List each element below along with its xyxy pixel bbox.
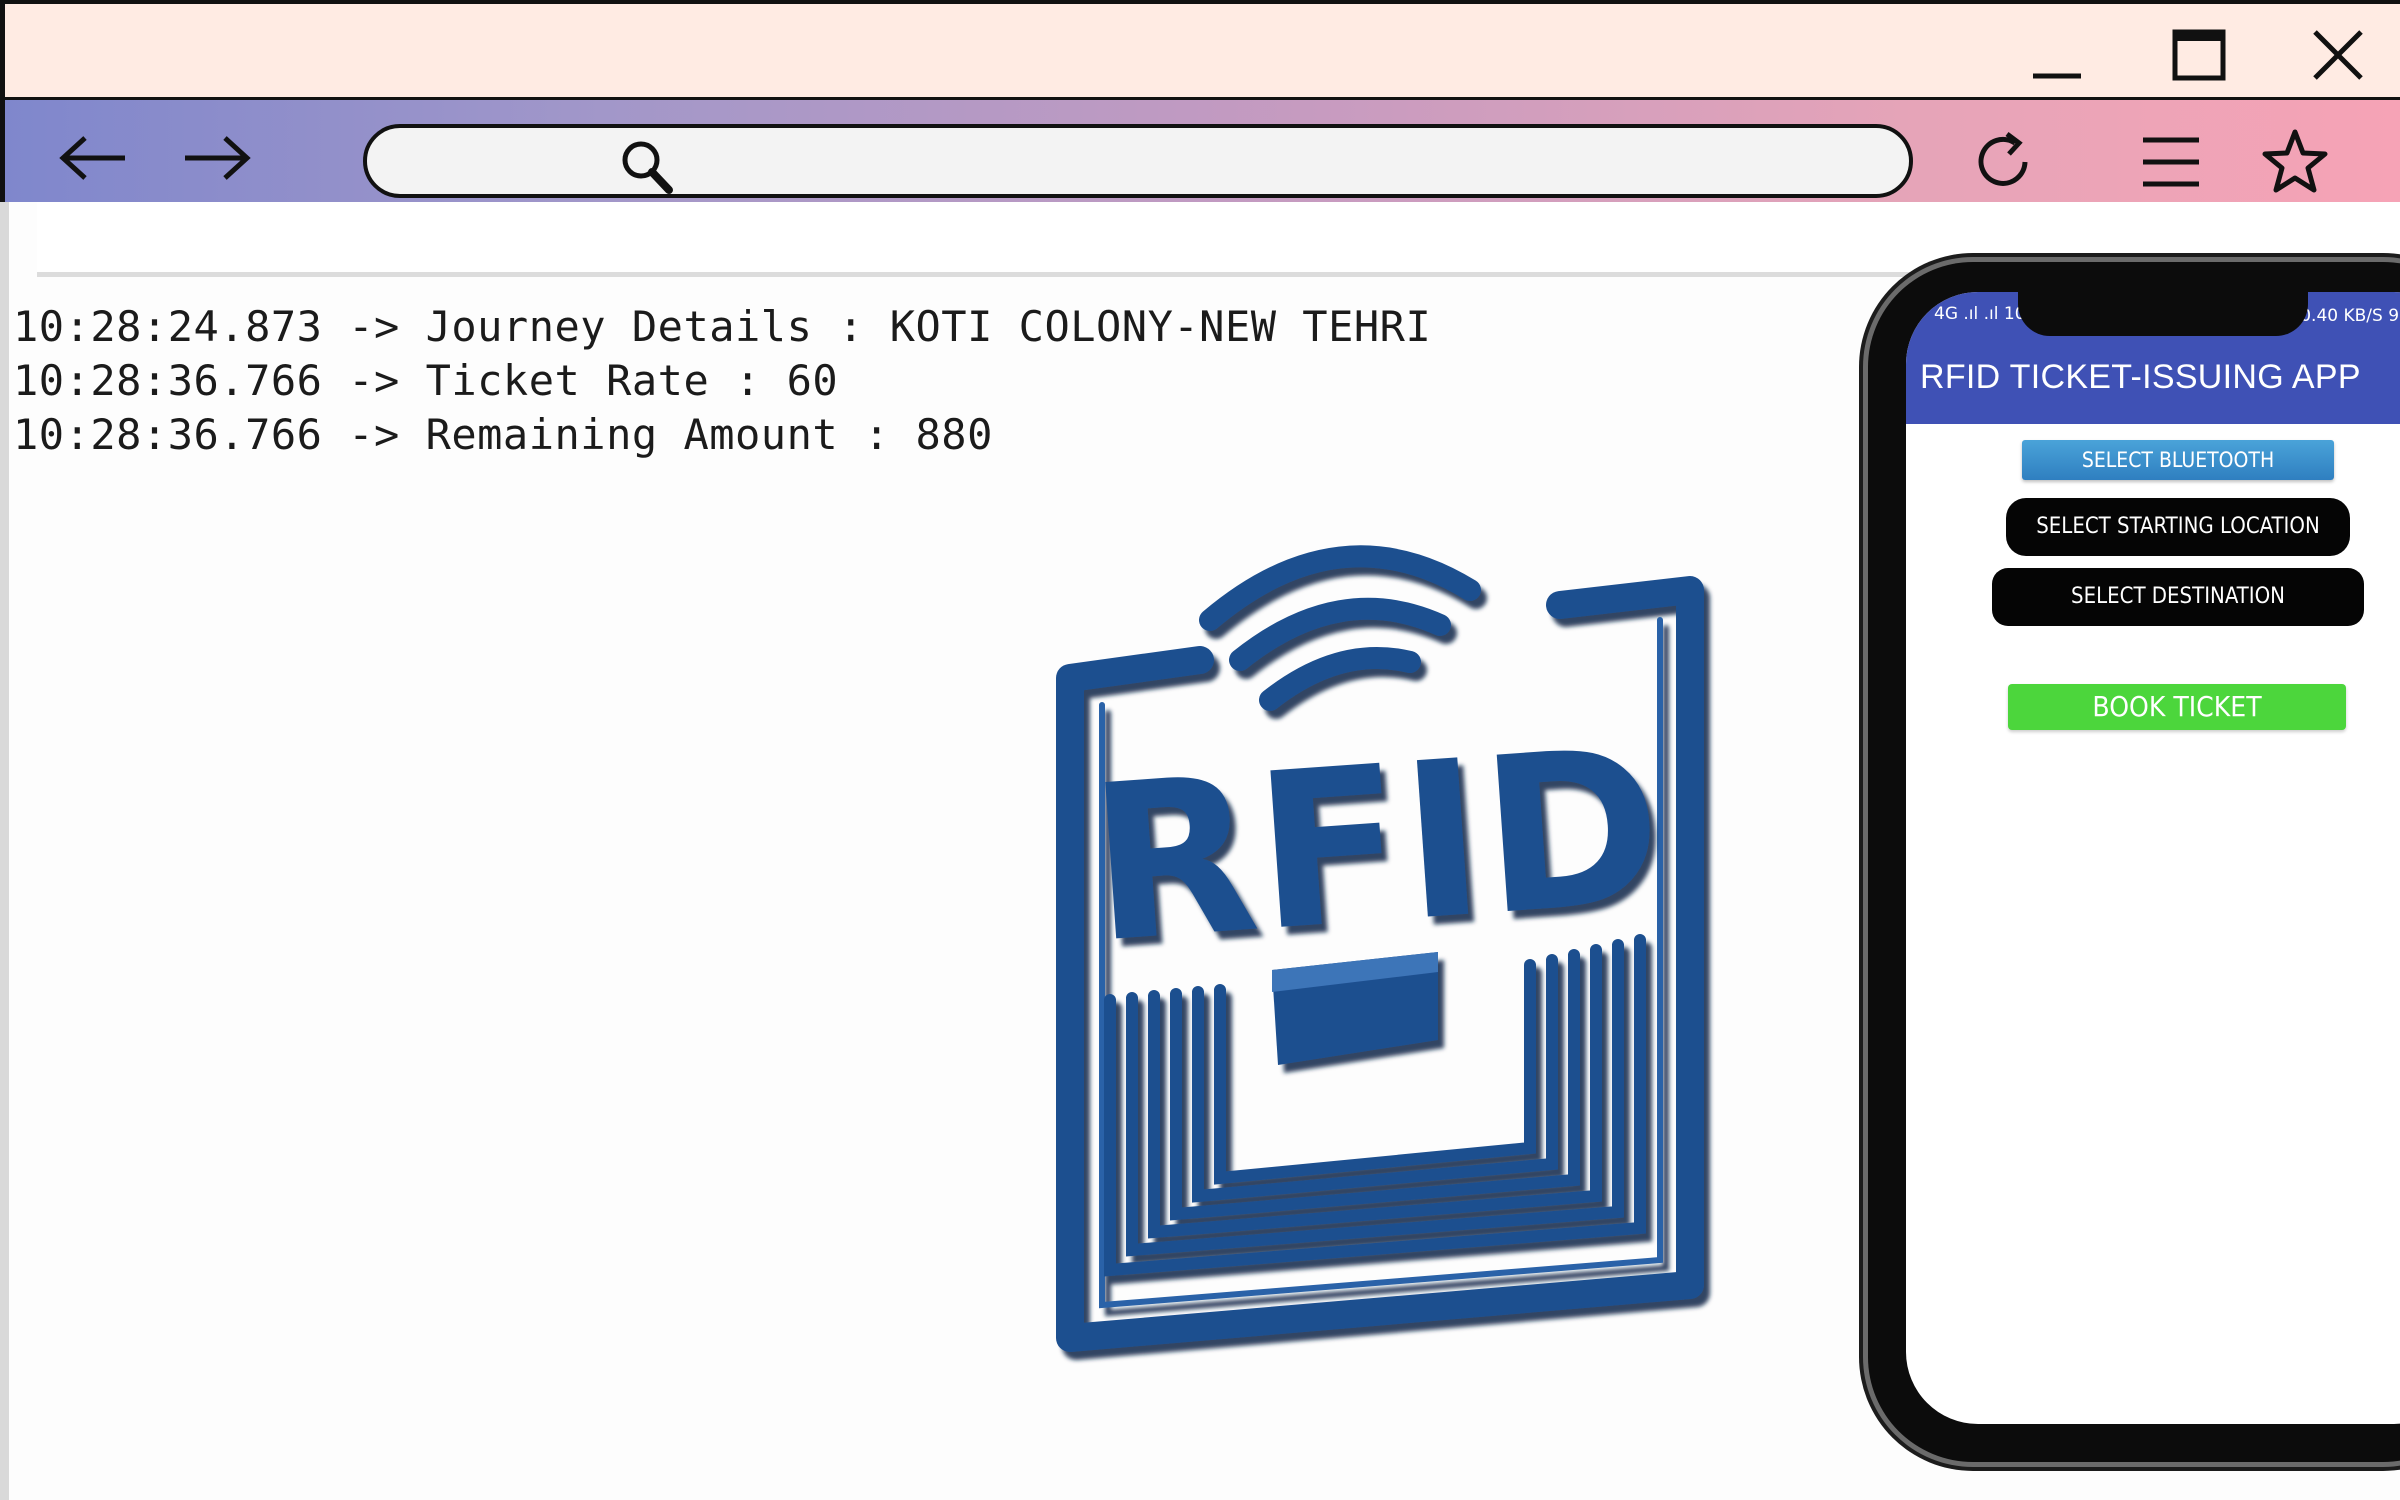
search-icon[interactable] <box>617 136 677 196</box>
rfid-logo: RFID <box>1056 545 1704 1352</box>
status-signal: 4G .ıl .ıl 10: <box>1934 304 2032 324</box>
book-ticket-button[interactable]: BOOK TICKET <box>2008 684 2346 730</box>
app-bar: RFID TICKET-ISSUING APP <box>1906 338 2400 424</box>
arrow-left-icon[interactable] <box>53 130 133 186</box>
select-starting-location-button[interactable]: SELECT STARTING LOCATION <box>2006 498 2350 556</box>
serial-log-line: 10:28:36.766 -> Ticket Rate : 60 <box>13 356 839 405</box>
phone-screen: 4G .ıl .ıl 10: 0.40 KB/S 90% RFID TICKET… <box>1906 292 2400 1424</box>
select-destination-button[interactable]: SELECT DESTINATION <box>1992 568 2364 626</box>
phone-notch <box>2018 292 2308 336</box>
serial-monitor-log: 10:28:24.873 -> Journey Details : KOTI C… <box>13 300 1431 462</box>
select-bluetooth-button[interactable]: SELECT BLUETOOTH <box>2022 440 2334 480</box>
app-title: RFID TICKET-ISSUING APP <box>1920 358 2361 396</box>
address-input[interactable] <box>697 136 1881 188</box>
phone-mockup: 4G .ıl .ıl 10: 0.40 KB/S 90% RFID TICKET… <box>1868 262 2400 1462</box>
minimize-icon[interactable] <box>2025 26 2089 90</box>
arrow-right-icon[interactable] <box>177 130 257 186</box>
status-battery: 0.40 KB/S 90% <box>2300 306 2400 326</box>
rfid-logo-text: RFID <box>1083 700 1670 990</box>
serial-log-line: 10:28:24.873 -> Journey Details : KOTI C… <box>13 302 1432 351</box>
address-bar[interactable] <box>363 124 1913 198</box>
window-titlebar <box>0 0 2400 100</box>
phone-status-bar: 4G .ıl .ıl 10: 0.40 KB/S 90% <box>1906 292 2400 338</box>
hamburger-menu-icon[interactable] <box>2135 126 2207 198</box>
serial-log-line: 10:28:36.766 -> Remaining Amount : 880 <box>13 410 993 459</box>
reload-icon[interactable] <box>1967 126 2039 198</box>
star-icon[interactable] <box>2259 126 2331 198</box>
maximize-icon[interactable] <box>2167 26 2231 90</box>
browser-toolbar <box>0 100 2400 202</box>
close-icon[interactable] <box>2305 26 2369 90</box>
